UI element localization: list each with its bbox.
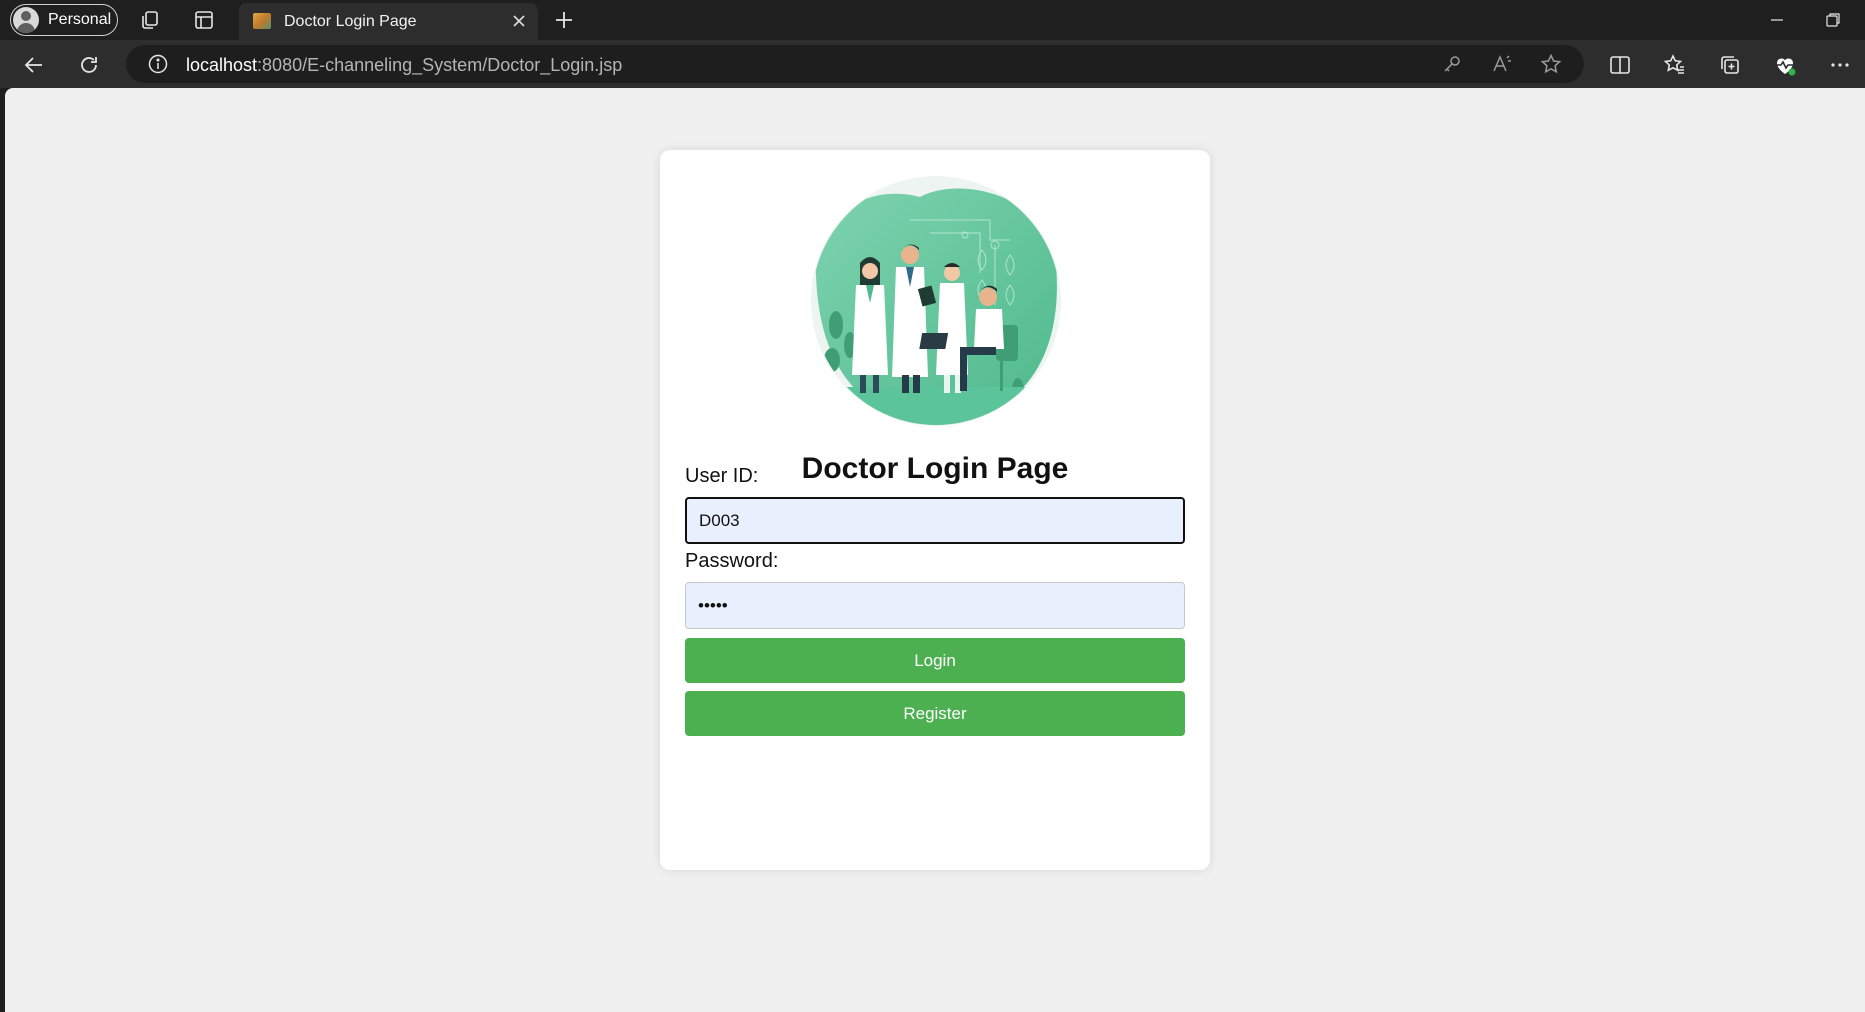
doctors-illustration <box>811 176 1061 426</box>
tab-doctor-login[interactable]: Doctor Login Page <box>239 3 538 40</box>
read-aloud-icon[interactable] <box>1490 52 1514 76</box>
user-id-input[interactable] <box>685 497 1185 544</box>
profile-button[interactable]: Personal <box>10 4 118 36</box>
profile-label: Personal <box>48 11 112 28</box>
collections-icon[interactable] <box>1718 53 1742 77</box>
key-icon[interactable] <box>1440 52 1464 76</box>
password-label: Password: <box>685 550 779 572</box>
health-icon[interactable] <box>1773 53 1797 77</box>
url-text[interactable]: localhost:8080/E-channeling_System/Docto… <box>186 55 622 76</box>
new-tab-icon[interactable] <box>553 9 575 31</box>
close-icon[interactable] <box>510 12 528 35</box>
site-info-icon[interactable] <box>146 52 170 76</box>
url-path: :8080/E-channeling_System/Doctor_Login.j… <box>257 55 623 75</box>
url-host: localhost <box>186 55 258 75</box>
password-input[interactable] <box>685 582 1185 629</box>
profile-avatar-icon <box>13 7 39 33</box>
back-icon[interactable] <box>22 53 46 77</box>
refresh-icon[interactable] <box>77 53 101 77</box>
register-button[interactable]: Register <box>685 691 1185 736</box>
login-card: Doctor Login Page User ID: Password: Log… <box>660 150 1210 870</box>
split-screen-icon[interactable] <box>1608 53 1632 77</box>
tab-actions-icon[interactable] <box>193 9 215 31</box>
login-button[interactable]: Login <box>685 638 1185 683</box>
favorites-icon[interactable] <box>1663 53 1687 77</box>
favorite-star-icon[interactable] <box>1539 52 1563 76</box>
page-viewport: Doctor Login Page User ID: Password: Log… <box>5 88 1865 1012</box>
browser-tab-bar: Personal Doctor Login Page <box>0 0 1865 40</box>
address-bar[interactable]: localhost:8080/E-channeling_System/Docto… <box>126 45 1584 83</box>
tab-title: Doctor Login Page <box>284 13 417 30</box>
more-icon[interactable] <box>1828 53 1852 77</box>
restore-icon[interactable] <box>1823 10 1843 35</box>
user-id-label: User ID: <box>685 465 759 487</box>
favicon-icon <box>253 13 271 29</box>
workspaces-icon[interactable] <box>139 9 161 31</box>
browser-toolbar: localhost:8080/E-channeling_System/Docto… <box>0 40 1865 88</box>
minimize-icon[interactable] <box>1767 10 1787 35</box>
